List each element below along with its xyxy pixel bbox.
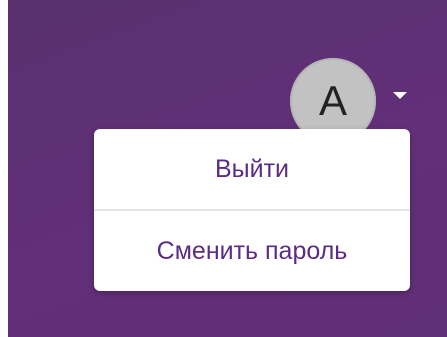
caret-down-icon[interactable]: [393, 92, 407, 99]
screen: A Выйти Сменить пароль: [0, 0, 447, 337]
user-dropdown-menu: Выйти Сменить пароль: [94, 129, 410, 291]
change-password-menu-item[interactable]: Сменить пароль: [94, 211, 410, 291]
logout-menu-item[interactable]: Выйти: [94, 129, 410, 209]
